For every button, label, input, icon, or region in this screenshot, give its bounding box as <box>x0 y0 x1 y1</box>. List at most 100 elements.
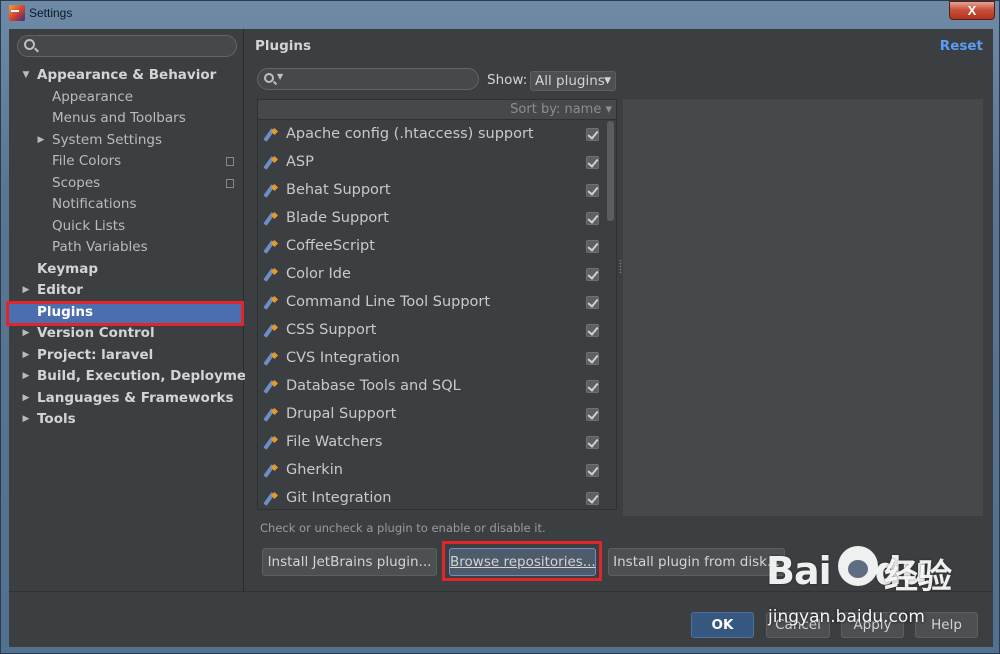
plugin-row[interactable]: ASP <box>258 149 606 177</box>
plugin-row[interactable]: Gherkin <box>258 457 606 485</box>
browse-repositories-button[interactable]: Browse repositories... <box>449 548 596 576</box>
plugin-row[interactable]: Command Line Tool Support <box>258 289 606 317</box>
plugin-row[interactable]: Git Integration <box>258 485 606 513</box>
panel-splitter-handle[interactable] <box>619 259 622 273</box>
plugin-enabled-checkbox[interactable] <box>586 156 599 169</box>
cancel-button[interactable]: Cancel <box>766 612 830 638</box>
title-bar[interactable]: Settings X <box>1 1 1000 27</box>
sidebar-item-appearance[interactable]: Appearance <box>9 87 244 109</box>
help-button[interactable]: Help <box>915 612 978 638</box>
plugin-row[interactable]: Color Ide <box>258 261 606 289</box>
expand-arrow-right-icon[interactable]: ▶ <box>21 280 31 302</box>
sidebar-item-label: Editor <box>37 282 83 298</box>
install-jetbrains-plugin-button[interactable]: Install JetBrains plugin... <box>262 548 437 576</box>
sidebar-item-languages-frameworks[interactable]: ▶ Languages & Frameworks <box>9 388 244 410</box>
plugin-name: Blade Support <box>286 210 389 226</box>
sidebar-item-label: Tools <box>37 411 76 427</box>
sidebar-item-tools[interactable]: ▶ Tools <box>9 409 244 431</box>
sidebar-item-label: Languages & Frameworks <box>37 389 234 406</box>
show-filter-dropdown[interactable]: All plugins ▼ <box>530 71 616 91</box>
plugin-enabled-checkbox[interactable] <box>586 128 599 141</box>
ok-button[interactable]: OK <box>691 612 754 638</box>
sidebar-item-project-laravel[interactable]: ▶ Project: laravel <box>9 345 244 367</box>
plugin-enabled-checkbox[interactable] <box>586 436 599 449</box>
plugin-row[interactable]: CoffeeScript <box>258 233 606 261</box>
dialog-body: ▼ Appearance & Behavior Appearance Menus an… <box>6 29 993 647</box>
plugin-enabled-checkbox[interactable] <box>586 184 599 197</box>
search-icon <box>264 73 274 83</box>
plugin-row[interactable]: File Watchers <box>258 429 606 457</box>
plugin-row[interactable]: Behat Support <box>258 177 606 205</box>
plugin-enabled-checkbox[interactable] <box>586 464 599 477</box>
expand-arrow-right-icon[interactable]: ▶ <box>21 345 31 367</box>
sidebar-item-version-control[interactable]: ▶ Version Control <box>9 323 244 345</box>
sidebar-item-path-variables[interactable]: Path Variables <box>9 237 244 259</box>
plugin-enabled-checkbox[interactable] <box>586 492 599 505</box>
sidebar-item-label: System Settings <box>52 131 163 148</box>
sort-bar: Sort by: name ▾ <box>258 100 616 120</box>
sidebar-item-keymap[interactable]: Keymap <box>9 259 244 281</box>
plugin-icon <box>263 211 279 226</box>
plugin-list: Sort by: name ▾ Apache config (.htaccess… <box>257 99 617 510</box>
close-button[interactable]: X <box>949 1 995 20</box>
plugin-enabled-checkbox[interactable] <box>586 296 599 309</box>
sidebar-item-system-settings[interactable]: ▶ System Settings <box>9 130 244 152</box>
expand-arrow-right-icon[interactable]: ▶ <box>21 323 31 345</box>
plugin-row[interactable]: Apache config (.htaccess) support <box>258 121 606 149</box>
settings-sidebar: ▼ Appearance & Behavior Appearance Menus an… <box>6 29 263 591</box>
sidebar-item-notifications[interactable]: Notifications <box>9 194 244 216</box>
sidebar-item-plugins[interactable]: Plugins <box>9 301 244 323</box>
expand-arrow-right-icon[interactable]: ▶ <box>21 366 31 388</box>
plugin-name: Apache config (.htaccess) support <box>286 126 534 142</box>
plugin-list-scrollbar[interactable] <box>607 121 614 221</box>
sidebar-item-label: Menus and Toolbars <box>52 110 186 126</box>
plugin-enabled-checkbox[interactable] <box>586 268 599 281</box>
plugin-enabled-checkbox[interactable] <box>586 352 599 365</box>
plugin-icon <box>263 407 279 422</box>
plugin-enabled-checkbox[interactable] <box>586 380 599 393</box>
plugin-search-input[interactable]: ▼ <box>257 68 479 90</box>
plugin-enabled-checkbox[interactable] <box>586 240 599 253</box>
sidebar-item-label: Notifications <box>52 196 137 212</box>
browse-repositories-label: Browse repositories... <box>450 554 596 570</box>
plugin-enabled-checkbox[interactable] <box>586 212 599 225</box>
plugin-row[interactable]: CVS Integration <box>258 345 606 373</box>
plugin-name: Color Ide <box>286 266 351 282</box>
project-scope-icon <box>226 157 234 166</box>
sidebar-item-build-execution-deployment[interactable]: ▶ Build, Execution, Deployment <box>9 366 263 388</box>
plugin-name: CSS Support <box>286 322 377 338</box>
install-plugin-from-disk-button[interactable]: Install plugin from disk... <box>608 548 785 576</box>
sidebar-item-menus-and-toolbars[interactable]: Menus and Toolbars <box>9 108 244 130</box>
expand-arrow-right-icon[interactable]: ▶ <box>21 388 31 410</box>
expand-arrow-right-icon[interactable]: ▶ <box>21 409 31 431</box>
plugin-row[interactable]: Database Tools and SQL <box>258 373 606 401</box>
plugin-enabled-checkbox[interactable] <box>586 324 599 337</box>
apply-button[interactable]: Apply <box>841 612 904 638</box>
plugin-icon <box>263 239 279 254</box>
sidebar-item-scopes[interactable]: Scopes <box>9 173 244 195</box>
sidebar-item-file-colors[interactable]: File Colors <box>9 151 244 173</box>
sidebar-item-quick-lists[interactable]: Quick Lists <box>9 216 244 238</box>
search-options-caret-icon[interactable]: ▼ <box>277 72 283 81</box>
plugin-detail-panel <box>623 99 983 516</box>
expand-arrow-right-icon[interactable]: ▶ <box>36 130 46 152</box>
plugin-icon <box>263 127 279 142</box>
project-scope-icon <box>226 178 234 188</box>
sidebar-item-editor[interactable]: ▶ Editor <box>9 280 244 302</box>
reset-link[interactable]: Reset <box>940 38 983 54</box>
plugin-name: CVS Integration <box>286 350 400 366</box>
window-title: Settings <box>29 6 73 20</box>
settings-search-input[interactable] <box>17 35 237 57</box>
show-filter-label: Show: <box>487 72 528 88</box>
sidebar-item-label: Project: laravel <box>37 346 154 363</box>
sort-by-dropdown[interactable]: Sort by: name ▾ <box>510 102 612 117</box>
expand-arrow-down-icon[interactable]: ▼ <box>21 65 31 87</box>
dialog-footer: OK Cancel Apply Help <box>9 591 993 647</box>
plugin-row[interactable]: CSS Support <box>258 317 606 345</box>
plugin-row[interactable]: Drupal Support <box>258 401 606 429</box>
plugin-row[interactable]: Blade Support <box>258 205 606 233</box>
plugin-enabled-checkbox[interactable] <box>586 408 599 421</box>
plugin-name: Behat Support <box>286 182 391 198</box>
search-icon <box>24 39 35 50</box>
sidebar-item-appearance-behavior[interactable]: ▼ Appearance & Behavior <box>9 65 244 87</box>
